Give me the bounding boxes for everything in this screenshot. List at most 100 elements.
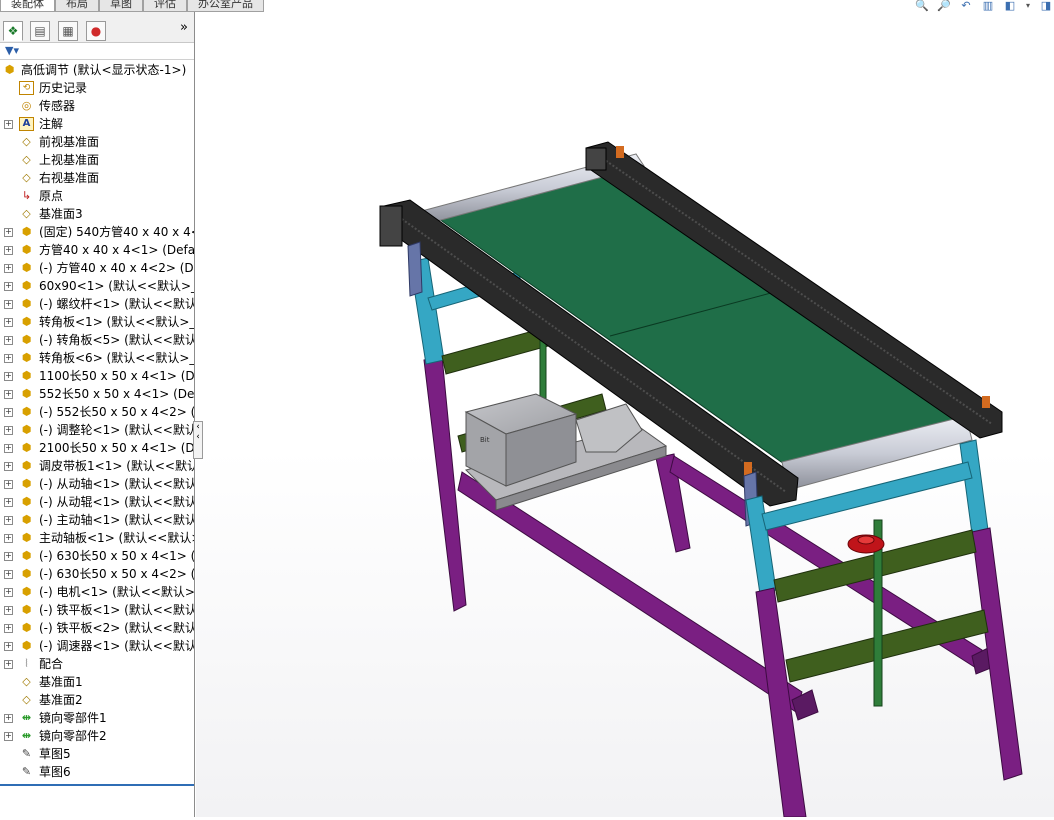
expand-toggle-icon[interactable]: + — [4, 282, 13, 291]
tree-item[interactable]: + ⬢ (固定) 540方管40 x 40 x 4< — [0, 223, 194, 241]
pane-collapse-handle[interactable]: ‹ ‹ — [193, 421, 203, 459]
expand-toggle-icon[interactable]: + — [4, 732, 13, 741]
tree-item[interactable]: + ⬢ (-) 从动辊<1> (默认<<默认 — [0, 493, 194, 511]
display-manager-icon[interactable]: ● — [86, 21, 106, 41]
expand-toggle-icon[interactable]: + — [4, 624, 13, 633]
command-manager-tabs: 装配体 布局 草图 评估 办公室产品 — [0, 0, 302, 12]
tree-item[interactable]: + ⇹ 镜向零部件2 — [0, 727, 194, 745]
expand-toggle-icon[interactable]: + — [4, 534, 13, 543]
tab-layout[interactable]: 布局 — [55, 0, 99, 12]
expand-toggle-icon[interactable]: + — [4, 120, 13, 129]
tree-item[interactable]: + ⬢ (-) 从动轴<1> (默认<<默认 — [0, 475, 194, 493]
tree-item[interactable]: + ⬢ 60x90<1> (默认<<默认>_外 — [0, 277, 194, 295]
tree-item[interactable]: + ⦚ 配合 — [0, 655, 194, 673]
tree-root[interactable]: ⬢ 高低调节 (默认<显示状态-1>) — [0, 61, 194, 79]
filter-icon[interactable]: ▼▾ — [5, 44, 19, 57]
previous-view-icon[interactable]: ↶ — [958, 0, 974, 12]
tree-item[interactable]: ◇ 右视基准面 — [0, 169, 194, 187]
expand-toggle-icon[interactable]: + — [4, 426, 13, 435]
expand-toggle-icon[interactable]: + — [4, 588, 13, 597]
tree-item[interactable]: + ⬢ 552长50 x 50 x 4<1> (Defa — [0, 385, 194, 403]
tree-item[interactable]: + ⬢ (-) 方管40 x 40 x 4<2> (De — [0, 259, 194, 277]
tree-item[interactable]: ✎ 草图5 — [0, 745, 194, 763]
tree-item[interactable]: + ⬢ (-) 调速器<1> (默认<<默认 — [0, 637, 194, 655]
tree-item[interactable]: + ⬢ 1100长50 x 50 x 4<1> (De — [0, 367, 194, 385]
tree-item[interactable]: + ⬢ 2100长50 x 50 x 4<1> (De — [0, 439, 194, 457]
part-icon: ⬢ — [21, 585, 32, 598]
expand-toggle-icon[interactable]: + — [4, 318, 13, 327]
tree-rollback-bar[interactable] — [0, 784, 194, 786]
plane-icon: ◇ — [22, 171, 31, 184]
pane-chevron-icon[interactable]: » — [180, 20, 188, 35]
property-manager-icon[interactable]: ▤ — [30, 21, 50, 41]
tree-item-label: 草图5 — [39, 747, 71, 761]
tree-item[interactable]: + ⬢ 转角板<6> (默认<<默认>_5 — [0, 349, 194, 367]
expand-toggle-icon[interactable]: + — [4, 552, 13, 561]
expand-toggle-icon[interactable]: + — [4, 444, 13, 453]
dropdown-arrow-icon[interactable]: ▾ — [1024, 0, 1032, 12]
tree-item[interactable]: + ⬢ 方管40 x 40 x 4<1> (Defau — [0, 241, 194, 259]
tree-item[interactable]: + ⬢ (-) 552长50 x 50 x 4<2> (D — [0, 403, 194, 421]
tree-item[interactable]: + ⬢ (-) 电机<1> (默认<<默认>_ — [0, 583, 194, 601]
expand-toggle-icon[interactable]: + — [4, 462, 13, 471]
motor-label: Bit — [480, 436, 490, 444]
tree-item[interactable]: ◇ 前视基准面 — [0, 133, 194, 151]
tab-office-products[interactable]: 办公室产品 — [187, 0, 264, 12]
tree-item-label: 基准面2 — [39, 693, 83, 707]
expand-toggle-icon[interactable]: + — [4, 264, 13, 273]
tree-item[interactable]: + ⬢ (-) 调整轮<1> (默认<<默认 — [0, 421, 194, 439]
tree-item[interactable]: ◇ 上视基准面 — [0, 151, 194, 169]
expand-toggle-icon[interactable]: + — [4, 570, 13, 579]
tree-item[interactable]: ◇ 基准面1 — [0, 673, 194, 691]
tree-item[interactable]: + ⬢ 调皮带板1<1> (默认<<默认 — [0, 457, 194, 475]
section-view-icon[interactable]: ▥ — [980, 0, 996, 12]
tree-item[interactable]: ◇ 基准面2 — [0, 691, 194, 709]
tree-item[interactable]: + ⬢ (-) 630长50 x 50 x 4<1> (D — [0, 547, 194, 565]
graphics-area[interactable]: Bit — [196, 0, 1054, 818]
tree-item[interactable]: + ⬢ (-) 铁平板<2> (默认<<默认 — [0, 619, 194, 637]
part-icon: ⬢ — [21, 567, 32, 580]
tree-item[interactable]: ↳ 原点 — [0, 187, 194, 205]
view-orientation-icon[interactable]: ◧ — [1002, 0, 1018, 12]
expand-toggle-icon[interactable]: + — [4, 606, 13, 615]
feature-manager-icon[interactable]: ❖ — [3, 21, 23, 41]
expand-toggle-icon[interactable]: + — [4, 714, 13, 723]
tab-sketch[interactable]: 草图 — [99, 0, 143, 12]
tree-item-label: 基准面3 — [39, 207, 83, 221]
expand-toggle-icon[interactable]: + — [4, 372, 13, 381]
tree-item[interactable]: + ⬢ (-) 铁平板<1> (默认<<默认 — [0, 601, 194, 619]
tree-item[interactable]: + ⬢ (-) 主动轴<1> (默认<<默认 — [0, 511, 194, 529]
zoom-to-fit-icon[interactable]: 🔍 — [914, 0, 930, 12]
expand-toggle-icon[interactable]: + — [4, 300, 13, 309]
expand-toggle-icon[interactable]: + — [4, 336, 13, 345]
expand-toggle-icon[interactable]: + — [4, 516, 13, 525]
zoom-to-area-icon[interactable]: 🔎 — [936, 0, 952, 12]
part-icon: ⬢ — [21, 459, 32, 472]
expand-toggle-icon[interactable]: + — [4, 642, 13, 651]
expand-toggle-icon[interactable]: + — [4, 660, 13, 669]
tree-item[interactable]: ◇ 基准面3 — [0, 205, 194, 223]
tree-item[interactable]: ✎ 草图6 — [0, 763, 194, 781]
expand-toggle-icon[interactable]: + — [4, 246, 13, 255]
tree-item[interactable]: + ⇹ 镜向零部件1 — [0, 709, 194, 727]
expand-toggle-icon[interactable]: + — [4, 498, 13, 507]
display-style-icon[interactable]: ◨ — [1038, 0, 1054, 12]
tree-item[interactable]: + ⬢ (-) 螺纹杆<1> (默认<<默认 — [0, 295, 194, 313]
conveyor-model[interactable]: Bit — [196, 0, 1054, 818]
expand-toggle-icon[interactable]: + — [4, 408, 13, 417]
expand-toggle-icon[interactable]: + — [4, 354, 13, 363]
expand-toggle-icon[interactable]: + — [4, 228, 13, 237]
tab-evaluate[interactable]: 评估 — [143, 0, 187, 12]
tree-item[interactable]: ◎ 传感器 — [0, 97, 194, 115]
tree-item-label: 历史记录 — [39, 81, 88, 95]
tree-item[interactable]: + A 注解 — [0, 115, 194, 133]
configuration-manager-icon[interactable]: ▦ — [58, 21, 78, 41]
tree-item[interactable]: ⟲ 历史记录 — [0, 79, 194, 97]
tree-item[interactable]: + ⬢ 转角板<1> (默认<<默认>_5 — [0, 313, 194, 331]
tree-item[interactable]: + ⬢ (-) 转角板<5> (默认<<默认 — [0, 331, 194, 349]
tree-item[interactable]: + ⬢ (-) 630长50 x 50 x 4<2> (D — [0, 565, 194, 583]
tab-assembly[interactable]: 装配体 — [0, 0, 55, 12]
tree-item[interactable]: + ⬢ 主动轴板<1> (默认<<默认> — [0, 529, 194, 547]
expand-toggle-icon[interactable]: + — [4, 390, 13, 399]
expand-toggle-icon[interactable]: + — [4, 480, 13, 489]
